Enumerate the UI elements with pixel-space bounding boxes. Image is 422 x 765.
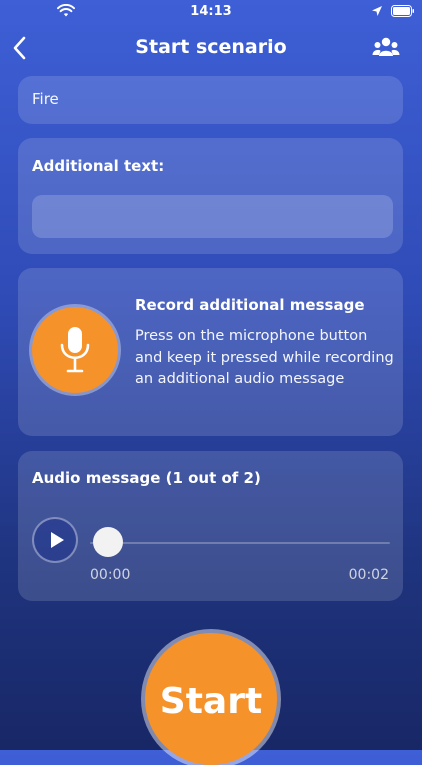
- record-description: Press on the microphone button and keep …: [135, 328, 394, 387]
- audio-current-time: 00:00: [90, 567, 131, 583]
- play-button[interactable]: [32, 517, 78, 563]
- location-arrow-icon: [372, 6, 382, 16]
- audio-progress-track[interactable]: [90, 542, 390, 544]
- audio-scrubber-handle[interactable]: [93, 527, 123, 557]
- record-microphone-button[interactable]: [32, 307, 118, 393]
- start-button[interactable]: Start: [145, 633, 277, 765]
- record-title: Record additional message: [135, 296, 365, 314]
- scenario-value: Fire: [32, 90, 59, 108]
- group-users-icon[interactable]: [372, 36, 400, 60]
- audio-total-time: 00:02: [348, 567, 389, 583]
- battery-icon: [391, 5, 414, 17]
- scenario-selector[interactable]: Fire: [18, 76, 403, 124]
- status-bar: 14:13: [0, 0, 422, 24]
- audio-message-card: Audio message (1 out of 2) 00:00 00:02: [18, 451, 403, 601]
- microphone-icon: [60, 327, 90, 373]
- additional-text-card: Additional text:: [18, 138, 403, 254]
- play-icon: [51, 532, 64, 548]
- audio-title: Audio message (1 out of 2): [32, 469, 261, 487]
- additional-text-label: Additional text:: [32, 157, 165, 175]
- start-button-label: Start: [159, 681, 263, 722]
- nav-bar: Start scenario: [0, 30, 422, 66]
- additional-text-input[interactable]: [32, 195, 393, 238]
- status-time: 14:13: [190, 4, 232, 19]
- page-title: Start scenario: [135, 36, 287, 58]
- record-message-card: Record additional message Press on the m…: [18, 268, 403, 436]
